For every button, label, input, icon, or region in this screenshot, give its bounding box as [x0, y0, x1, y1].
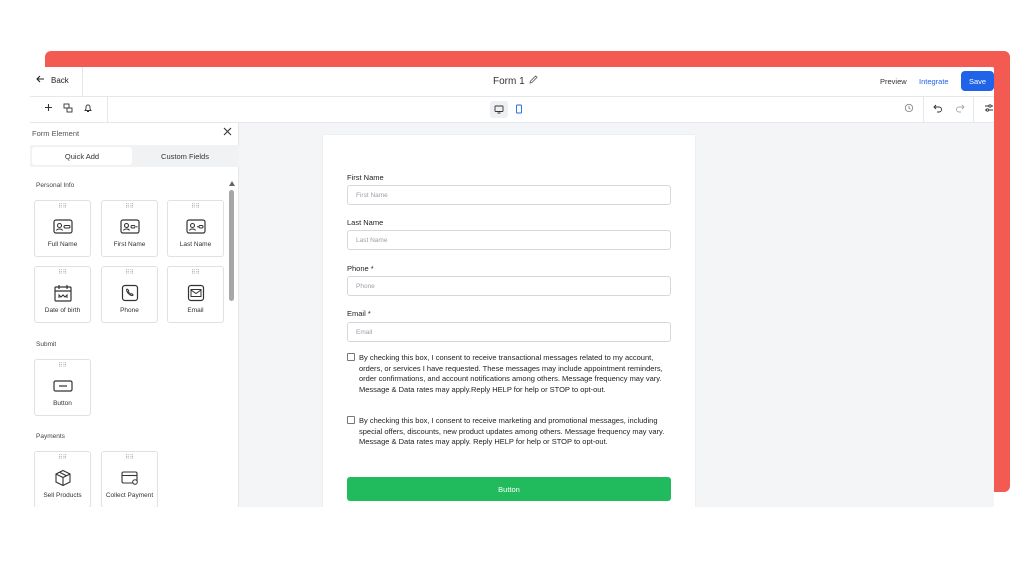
back-button[interactable]: Back	[36, 75, 69, 85]
drag-handle-icon[interactable]: ⠿⠿	[102, 455, 157, 461]
element-card-collect-payment[interactable]: ⠿⠿ Collect Payment	[101, 451, 158, 507]
marketing-consent-text: By checking this box, I consent to recei…	[359, 416, 665, 446]
id-card-icon	[120, 218, 140, 236]
sidebar-scrollbar[interactable]	[229, 181, 235, 507]
phone-icon	[120, 284, 140, 302]
field-label-phone: Phone *	[347, 264, 374, 273]
pencil-icon[interactable]	[529, 75, 538, 87]
calendar-icon	[53, 284, 73, 302]
drag-handle-icon[interactable]: ⠿⠿	[35, 363, 90, 369]
element-card-label: Last Name	[179, 241, 212, 248]
mobile-view-button[interactable]	[510, 101, 528, 118]
drag-handle-icon[interactable]: ⠿⠿	[168, 204, 223, 210]
close-icon[interactable]	[223, 125, 232, 139]
tab-quick-add[interactable]: Quick Add	[32, 147, 132, 165]
transactional-consent-text: By checking this box, I consent to recei…	[359, 353, 663, 394]
form-title-text: Form 1	[493, 75, 525, 87]
divider	[923, 97, 924, 123]
element-card-label: Collect Payment	[105, 492, 154, 499]
box-icon	[53, 469, 73, 487]
email-input[interactable]: Email	[347, 322, 671, 342]
section-label-payments: Payments	[36, 433, 65, 440]
toolbar	[30, 97, 994, 123]
bell-icon[interactable]	[83, 103, 93, 116]
marketing-consent-checkbox[interactable]	[347, 416, 355, 424]
field-label-first-name: First Name	[347, 173, 384, 182]
element-card-last-name[interactable]: ⠿⠿ Last Name	[167, 200, 224, 257]
element-card-label: Date of birth	[44, 307, 81, 314]
phone-input[interactable]: Phone	[347, 276, 671, 296]
divider	[107, 97, 108, 123]
element-card-label: Button	[53, 400, 72, 407]
panel-title: Form Element	[32, 129, 80, 138]
form-preview: First Name First Name Last Name Last Nam…	[323, 135, 695, 507]
panel-tabs: Quick Add Custom Fields	[30, 145, 239, 167]
divider	[973, 97, 974, 123]
undo-icon[interactable]	[933, 103, 943, 116]
scroll-thumb[interactable]	[229, 190, 234, 301]
tab-custom-fields[interactable]: Custom Fields	[135, 147, 235, 165]
desktop-view-button[interactable]	[490, 101, 508, 118]
section-label-personal-info: Personal Info	[36, 182, 75, 189]
scroll-up-icon[interactable]	[229, 181, 235, 186]
drag-handle-icon[interactable]: ⠿⠿	[35, 204, 90, 210]
credit-card-icon	[120, 469, 140, 487]
field-label-last-name: Last Name	[347, 218, 384, 227]
element-card-label: Phone	[120, 307, 139, 314]
element-card-full-name[interactable]: ⠿⠿ Full Name	[34, 200, 91, 257]
layers-icon[interactable]	[63, 103, 73, 116]
form-builder-window: Back Form 1 Preview Integrate Save Form …	[30, 67, 994, 507]
element-card-date-of-birth[interactable]: ⠿⠿ Date of birth	[34, 266, 91, 323]
element-card-sell-products[interactable]: ⠿⠿ Sell Products	[34, 451, 91, 507]
id-card-icon	[53, 218, 73, 236]
preview-button[interactable]: Preview	[880, 77, 907, 86]
history-icon[interactable]	[904, 103, 914, 116]
transactional-consent-checkbox[interactable]	[347, 353, 355, 361]
field-label-email: Email *	[347, 309, 371, 318]
device-toggle	[490, 101, 530, 118]
mail-icon	[186, 284, 206, 302]
first-name-input[interactable]: First Name	[347, 185, 671, 205]
element-card-email[interactable]: ⠿⠿ Email	[167, 266, 224, 323]
save-button[interactable]: Save	[961, 71, 994, 91]
drag-handle-icon[interactable]: ⠿⠿	[35, 270, 90, 276]
redo-icon[interactable]	[955, 103, 965, 116]
element-card-label: First Name	[113, 241, 146, 248]
element-card-phone[interactable]: ⠿⠿ Phone	[101, 266, 158, 323]
integrate-button[interactable]: Integrate	[919, 77, 949, 86]
element-card-button[interactable]: ⠿⠿ Button	[34, 359, 91, 416]
element-card-label: Sell Products	[43, 492, 82, 499]
submit-button[interactable]: Button	[347, 477, 671, 501]
button-icon	[53, 377, 73, 395]
element-card-label: Full Name	[47, 241, 78, 248]
divider	[82, 67, 83, 97]
plus-icon[interactable]	[44, 103, 53, 115]
form-element-panel: Form Element Quick Add Custom Fields Per…	[30, 123, 239, 507]
back-label: Back	[51, 75, 69, 85]
last-name-input[interactable]: Last Name	[347, 230, 671, 250]
form-title[interactable]: Form 1	[493, 75, 538, 87]
arrow-left-icon	[36, 75, 45, 85]
section-label-submit: Submit	[36, 341, 57, 348]
element-card-label: Email	[187, 307, 204, 314]
drag-handle-icon[interactable]: ⠿⠿	[168, 270, 223, 276]
drag-handle-icon[interactable]: ⠿⠿	[35, 455, 90, 461]
top-bar: Back Form 1 Preview Integrate Save	[30, 67, 994, 97]
drag-handle-icon[interactable]: ⠿⠿	[102, 204, 157, 210]
mobile-icon	[515, 101, 523, 119]
drag-handle-icon[interactable]: ⠿⠿	[102, 270, 157, 276]
id-card-icon	[186, 218, 206, 236]
desktop-icon	[494, 101, 504, 119]
element-card-first-name[interactable]: ⠿⠿ First Name	[101, 200, 158, 257]
settings-icon[interactable]	[984, 103, 994, 116]
